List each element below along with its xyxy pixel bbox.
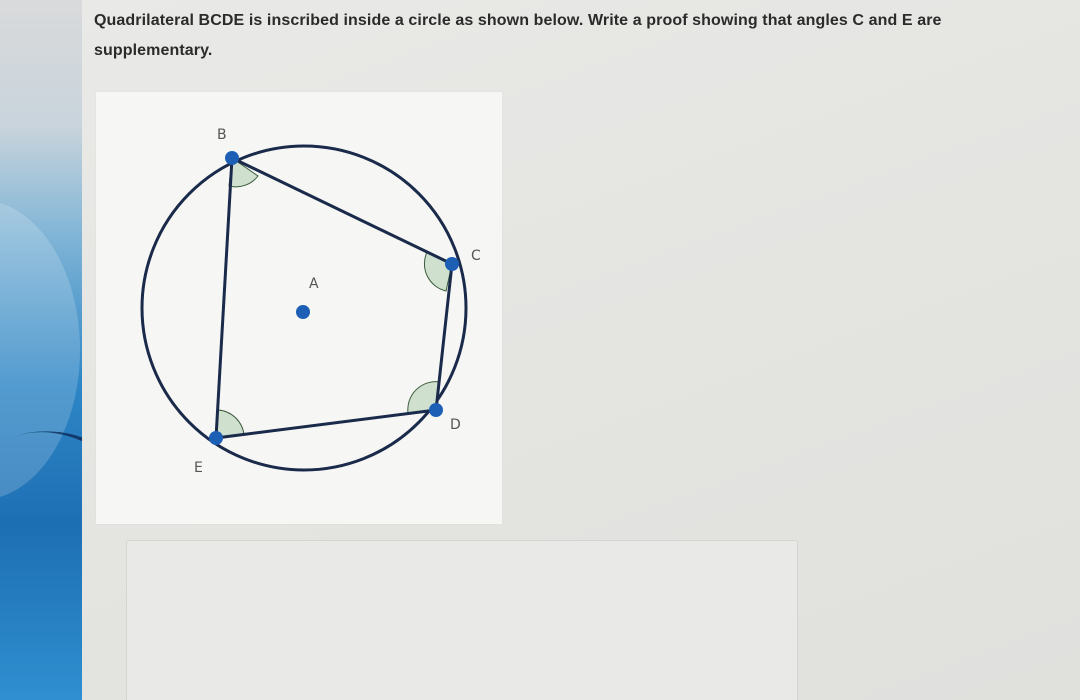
desktop-background [0, 0, 82, 700]
side-bc [231, 156, 453, 266]
side-de [215, 408, 437, 440]
vertex-d [429, 403, 443, 417]
label-a: A [309, 276, 319, 292]
question-text: Quadrilateral BCDE is inscribed inside a… [94, 12, 942, 59]
figure-card: B C D E A [96, 92, 502, 524]
label-c: C [471, 248, 481, 264]
label-d: D [450, 417, 461, 433]
question-page: Quadrilateral BCDE is inscribed inside a… [82, 0, 1080, 700]
answer-input[interactable] [126, 540, 798, 700]
side-eb [214, 157, 234, 439]
desktop-wave [0, 400, 82, 700]
vertex-b [225, 151, 239, 165]
inscribed-quadrilateral-diagram: B C D E A [140, 127, 481, 476]
center-point-a [296, 305, 310, 319]
label-e: E [194, 460, 203, 476]
vertex-e [209, 431, 223, 445]
label-b: B [217, 127, 227, 143]
vertex-c [445, 257, 459, 271]
